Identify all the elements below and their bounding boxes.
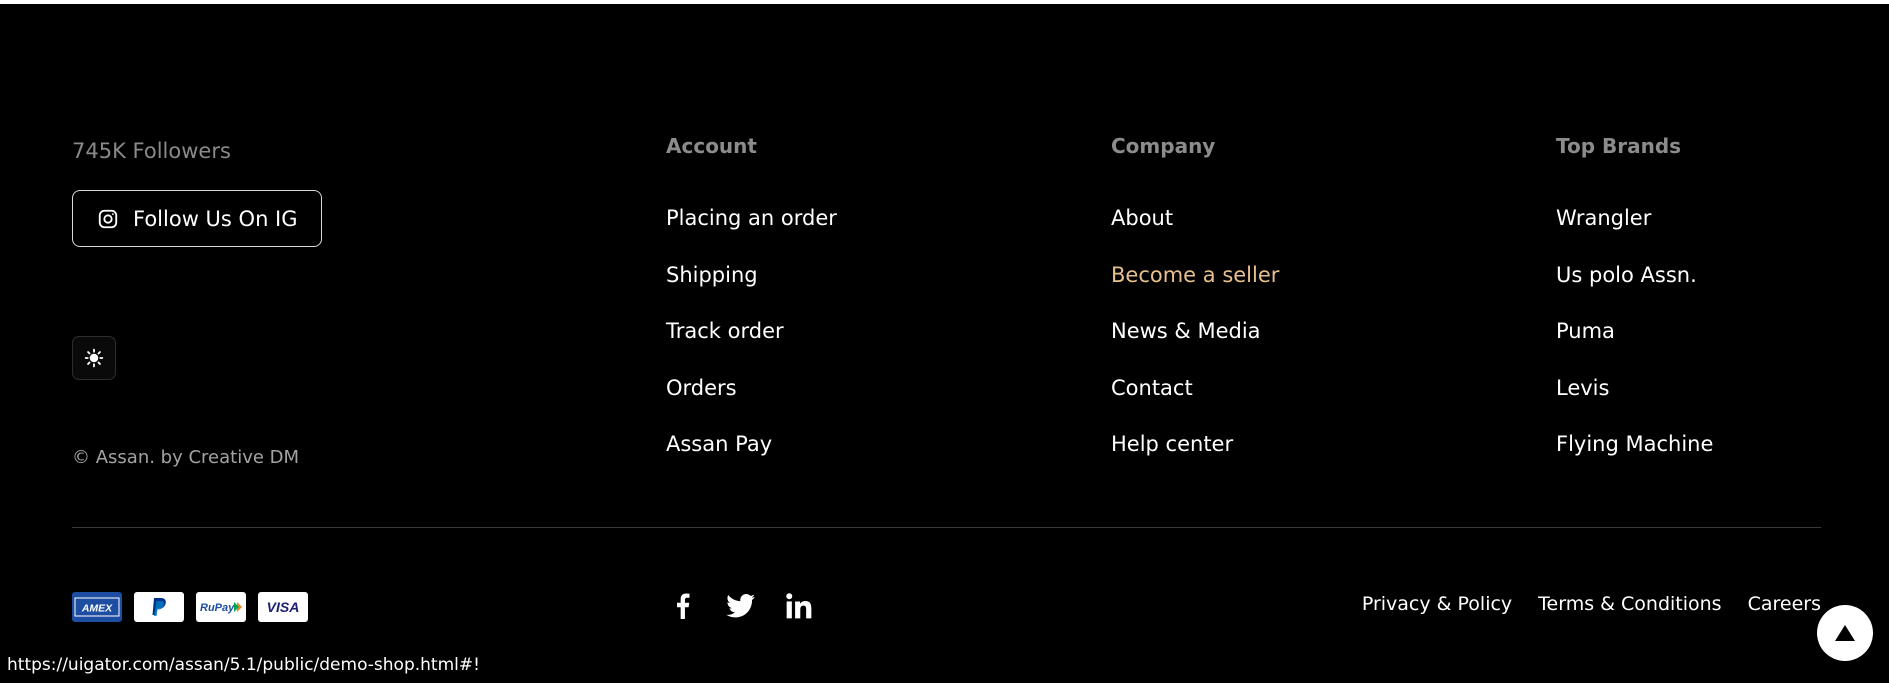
link-flying-machine[interactable]: Flying Machine [1556, 432, 1713, 489]
copyright-text: © Assan. by Creative DM [72, 447, 300, 468]
link-wrangler[interactable]: Wrangler [1556, 206, 1713, 263]
link-assan-pay[interactable]: Assan Pay [666, 432, 837, 489]
top-border [0, 0, 1889, 4]
link-track-order[interactable]: Track order [666, 319, 837, 376]
link-about[interactable]: About [1111, 206, 1279, 263]
account-links: Placing an order Shipping Track order Or… [666, 206, 837, 489]
status-bar-url: https://uigator.com/assan/5.1/public/dem… [0, 652, 487, 678]
amex-logo: AMEX [72, 592, 122, 622]
link-shipping[interactable]: Shipping [666, 263, 837, 320]
legal-links: Privacy & Policy Terms & Conditions Care… [1362, 593, 1821, 615]
link-placing-an-order[interactable]: Placing an order [666, 206, 837, 263]
arrow-up-icon [1835, 625, 1855, 641]
link-help-center[interactable]: Help center [1111, 432, 1279, 489]
svg-text:RuPay: RuPay [200, 602, 235, 614]
link-terms-conditions[interactable]: Terms & Conditions [1538, 593, 1721, 615]
follow-instagram-button[interactable]: Follow Us On IG [72, 190, 322, 247]
link-news-media[interactable]: News & Media [1111, 319, 1279, 376]
link-contact[interactable]: Contact [1111, 376, 1279, 433]
column-heading-company: Company [1111, 134, 1216, 158]
rupay-logo: RuPay [196, 592, 246, 622]
linkedin-icon[interactable] [784, 590, 814, 622]
link-careers[interactable]: Careers [1748, 593, 1821, 615]
twitter-icon[interactable] [726, 590, 756, 622]
payment-methods: AMEX RuPay VISA [72, 592, 308, 622]
column-heading-brands: Top Brands [1556, 134, 1682, 158]
visa-logo: VISA [258, 592, 308, 622]
svg-text:AMEX: AMEX [81, 603, 113, 615]
link-orders[interactable]: Orders [666, 376, 837, 433]
link-us-polo-assn[interactable]: Us polo Assn. [1556, 263, 1713, 320]
brands-column: Top Brands Wrangler Us polo Assn. Puma L… [1556, 134, 1713, 489]
company-links: About Become a seller News & Media Conta… [1111, 206, 1279, 489]
link-privacy-policy[interactable]: Privacy & Policy [1362, 593, 1512, 615]
svg-text:VISA: VISA [267, 599, 300, 615]
footer: 745K Followers Follow Us On IG © Assan. … [0, 0, 1889, 683]
follow-button-label: Follow Us On IG [133, 206, 298, 231]
footer-divider [72, 527, 1821, 528]
sun-icon [84, 348, 104, 368]
column-heading-account: Account [666, 134, 757, 158]
facebook-icon[interactable] [668, 590, 698, 622]
paypal-logo [134, 592, 184, 622]
link-levis[interactable]: Levis [1556, 376, 1713, 433]
instagram-icon [98, 209, 118, 228]
theme-toggle-button[interactable] [72, 336, 116, 380]
link-become-a-seller[interactable]: Become a seller [1111, 263, 1279, 320]
social-links [668, 590, 814, 622]
account-column: Account Placing an order Shipping Track … [666, 134, 837, 489]
company-column: Company About Become a seller News & Med… [1111, 134, 1279, 489]
brand-links: Wrangler Us polo Assn. Puma Levis Flying… [1556, 206, 1713, 489]
link-puma[interactable]: Puma [1556, 319, 1713, 376]
followers-count: 745K Followers [72, 139, 231, 163]
back-to-top-button[interactable] [1817, 605, 1873, 661]
